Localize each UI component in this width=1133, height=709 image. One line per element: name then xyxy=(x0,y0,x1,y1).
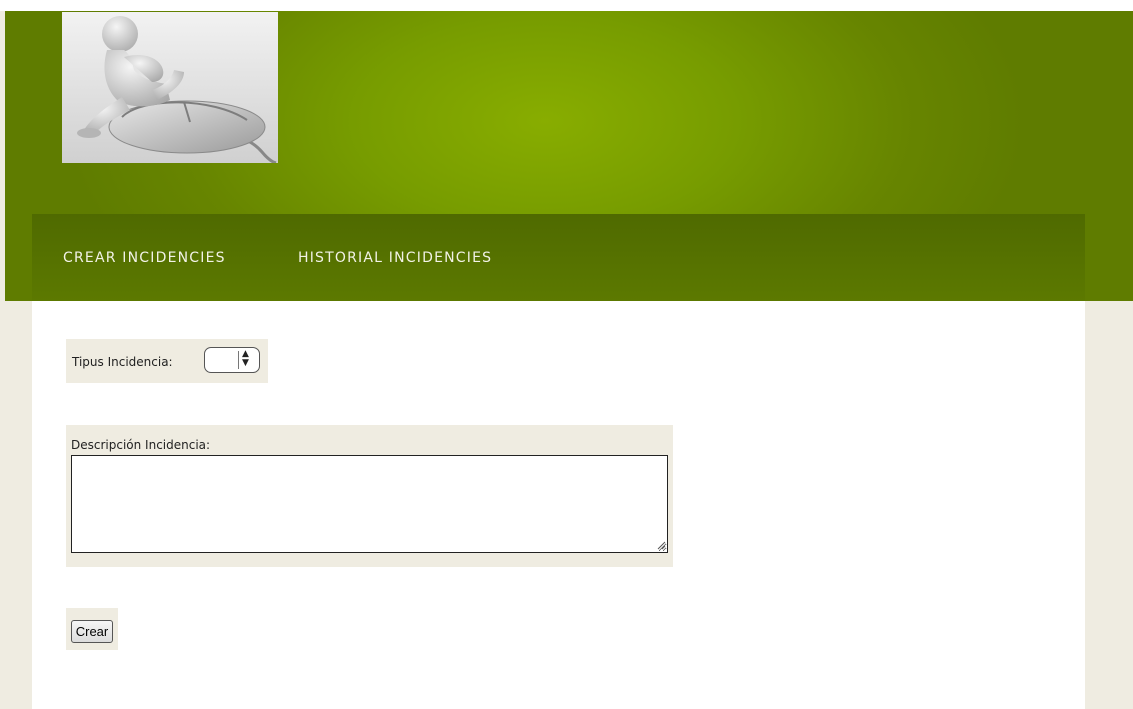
resize-grip-icon[interactable] xyxy=(657,541,666,550)
thinking-figure-icon xyxy=(62,12,278,163)
top-strip xyxy=(0,0,1133,11)
select-arrows-icon: ▲ ▼ xyxy=(242,349,249,368)
type-label: Tipus Incidencia: xyxy=(72,355,173,369)
type-select[interactable]: ▲ ▼ xyxy=(204,347,260,373)
description-label: Descripción Incidencia: xyxy=(71,438,211,452)
select-divider xyxy=(238,351,239,369)
logo-image xyxy=(62,12,278,163)
nav-crear-incidencies[interactable]: CREAR INCIDENCIES xyxy=(63,250,226,266)
nav-historial-incidencies[interactable]: HISTORIAL INCIDENCIES xyxy=(298,250,492,266)
crear-button[interactable]: Crear xyxy=(71,620,113,643)
main-navbar: CREAR INCIDENCIES HISTORIAL INCIDENCIES xyxy=(32,214,1085,301)
description-textarea[interactable] xyxy=(71,455,668,553)
